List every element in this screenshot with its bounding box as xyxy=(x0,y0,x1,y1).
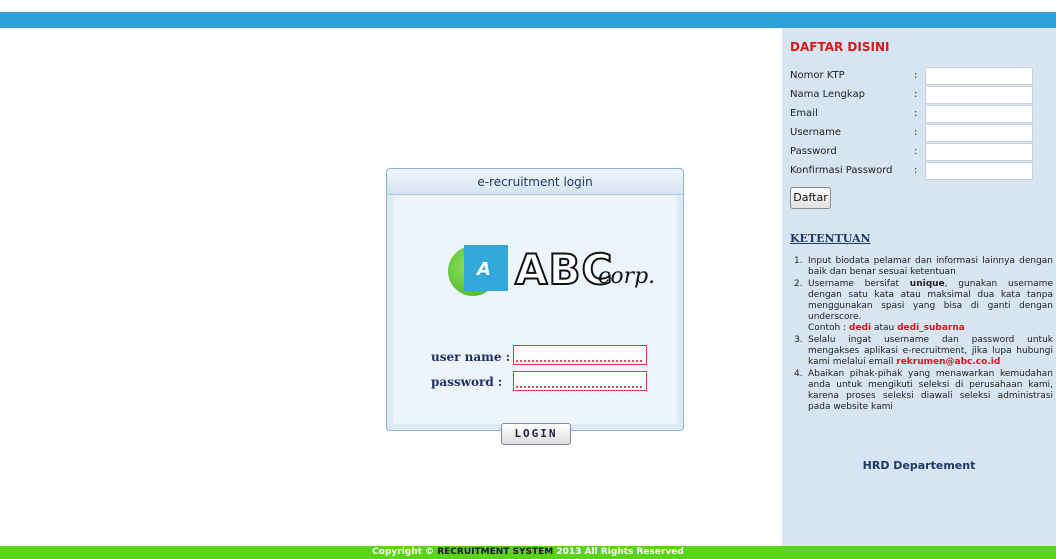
register-label: Username xyxy=(790,127,841,138)
rules-title: KETENTUAN xyxy=(790,232,871,245)
login-body: A ABC corp. user name : password : xyxy=(393,196,677,424)
logo-letter: A xyxy=(477,259,491,280)
login-title: e-recruitment login xyxy=(387,169,683,195)
register-row-password: Password : xyxy=(790,143,1052,162)
top-bar xyxy=(0,12,1056,28)
password-label: password : xyxy=(431,375,503,389)
register-label: Email xyxy=(790,108,818,119)
register-label: Password xyxy=(790,146,837,157)
rule-item: 4. Abaikan pihak-pihak yang menawarkan k… xyxy=(794,369,1053,413)
password-input[interactable] xyxy=(513,371,647,391)
register-row-email: Email : xyxy=(790,105,1052,124)
register-password-input[interactable] xyxy=(925,143,1033,161)
rule-item: 2. Username bersifat unique, gunakan use… xyxy=(794,279,1053,334)
rule-text: Username bersifat xyxy=(808,279,910,289)
login-panel: e-recruitment login A ABC corp. user nam… xyxy=(386,168,684,445)
rule-item: 3. Selalu ingat username dan password un… xyxy=(794,335,1053,368)
colon: : xyxy=(914,70,918,81)
colon: : xyxy=(914,146,918,157)
contact-email-link[interactable]: rekrumen@abc.co.id xyxy=(896,357,1000,367)
nama-lengkap-input[interactable] xyxy=(925,86,1033,104)
colon: : xyxy=(914,89,918,100)
register-label: Nomor KTP xyxy=(790,70,845,81)
username-input[interactable] xyxy=(513,345,647,365)
register-row-username: Username : xyxy=(790,124,1052,143)
example-2: dedi_subarna xyxy=(897,323,965,333)
footer-prefix: Copyright © xyxy=(372,547,438,557)
logo-corp-text: corp. xyxy=(598,264,656,289)
footer-suffix: 2013 All Rights Reserved xyxy=(553,547,684,557)
register-label: Nama Lengkap xyxy=(790,89,865,100)
rule-text: Abaikan pihak-pihak yang menawarkan kemu… xyxy=(808,369,1053,412)
rule-number: 1. xyxy=(794,256,803,266)
register-label: Konfirmasi Password xyxy=(790,165,893,176)
register-row-konfirmasi-password: Konfirmasi Password : xyxy=(790,162,1052,181)
register-title: DAFTAR DISINI xyxy=(790,40,890,54)
daftar-button[interactable]: Daftar xyxy=(790,187,831,209)
register-username-input[interactable] xyxy=(925,124,1033,142)
nomor-ktp-input[interactable] xyxy=(925,67,1033,85)
rule-item: 1. Input biodata pelamar dan informasi l… xyxy=(794,256,1053,278)
konfirmasi-password-input[interactable] xyxy=(925,162,1033,180)
login-button[interactable]: LOGIN xyxy=(501,423,571,445)
colon: : xyxy=(914,108,918,119)
example-1: dedi xyxy=(849,323,872,333)
rule-bold-unique: unique xyxy=(909,279,945,289)
colon: : xyxy=(914,127,918,138)
rule-number: 2. xyxy=(794,279,803,289)
rules-list: 1. Input biodata pelamar dan informasi l… xyxy=(794,256,1053,414)
email-input[interactable] xyxy=(925,105,1033,123)
example-label: Contoh : xyxy=(808,323,849,333)
colon: : xyxy=(914,165,918,176)
hrd-signature: HRD Departement xyxy=(862,459,976,472)
page: e-recruitment login A ABC corp. user nam… xyxy=(0,0,1056,559)
company-logo: A ABC corp. xyxy=(448,241,655,301)
footer-system-name: RECRUITMENT SYSTEM xyxy=(437,547,554,557)
register-row-nomor-ktp: Nomor KTP : xyxy=(790,67,1052,86)
footer: Copyright © RECRUITMENT SYSTEM 2013 All … xyxy=(0,546,1056,559)
register-row-nama-lengkap: Nama Lengkap : xyxy=(790,86,1052,105)
rule-text: Input biodata pelamar dan informasi lain… xyxy=(808,256,1053,277)
rule-number: 4. xyxy=(794,369,803,379)
register-panel: DAFTAR DISINI Nomor KTP : Nama Lengkap :… xyxy=(782,28,1056,546)
username-label: user name : xyxy=(431,350,511,364)
example-mid: atau xyxy=(871,323,898,333)
rule-number: 3. xyxy=(794,335,803,345)
